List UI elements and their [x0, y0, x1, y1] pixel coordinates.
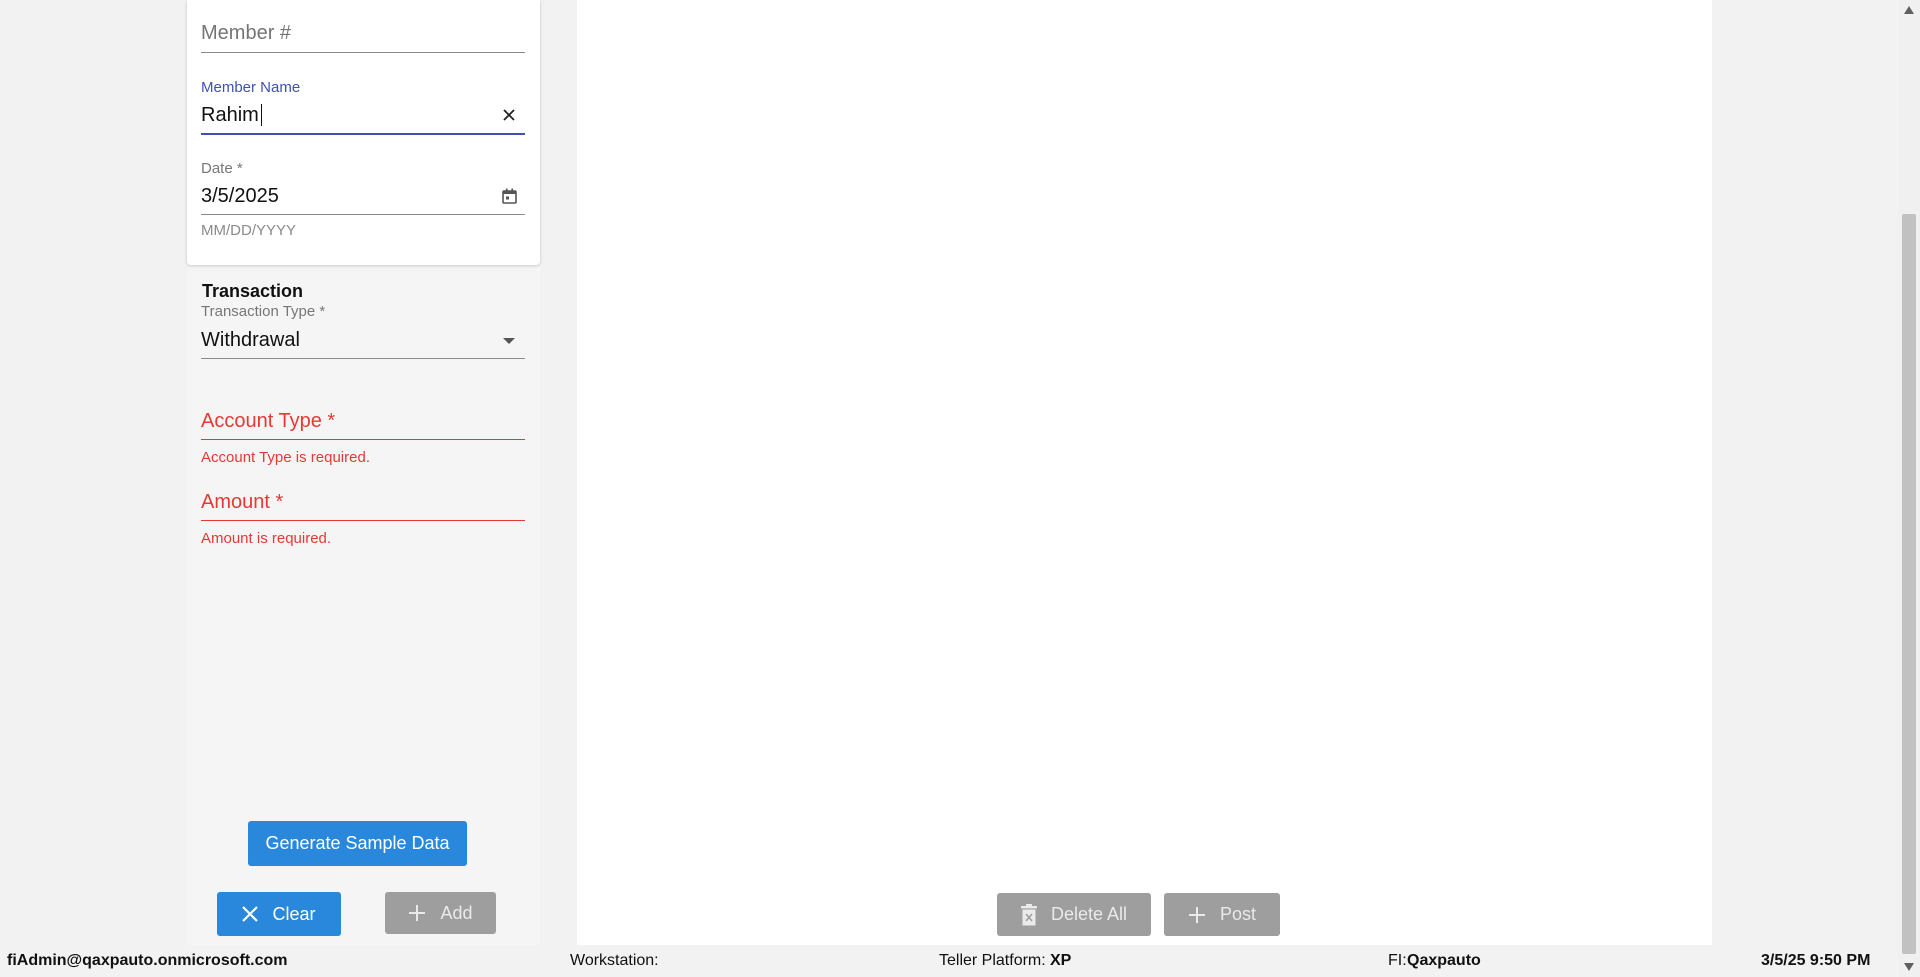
date-label: Date * — [201, 160, 243, 177]
member-name-label: Member Name — [201, 79, 301, 96]
generate-sample-data-button[interactable]: Generate Sample Data — [248, 821, 467, 866]
member-name-field[interactable]: Member Name Rahim — [201, 78, 525, 138]
plus-icon — [1188, 906, 1206, 924]
user-email: fiAdmin@qaxpauto.onmicrosoft.com — [7, 952, 288, 969]
date-field[interactable]: Date * 3/5/2025 MM/DD/YYYY — [201, 160, 525, 240]
datetime: 3/5/25 9:50 PM — [1761, 952, 1871, 969]
fi-label: FI: — [1388, 952, 1407, 969]
fi-value: Qaxpauto — [1407, 952, 1481, 969]
vertical-scrollbar[interactable] — [1898, 0, 1920, 977]
transaction-section-title: Transaction — [202, 281, 304, 301]
teller-platform-value: XP — [1050, 952, 1072, 969]
clear-button[interactable]: Clear — [217, 892, 341, 936]
account-type-field[interactable]: Account Type * Account Type is required. — [201, 408, 525, 468]
calendar-button[interactable] — [499, 186, 519, 206]
dropdown-arrow-button[interactable] — [499, 331, 519, 351]
teller-platform-label: Teller Platform: — [939, 952, 1046, 969]
text-caret — [261, 104, 262, 126]
scrollbar-thumb[interactable] — [1902, 214, 1916, 954]
transaction-list-panel: Delete All Post — [577, 0, 1712, 945]
transaction-type-select[interactable]: Transaction Type * Withdrawal — [201, 303, 525, 359]
member-number-placeholder: Member # — [201, 22, 292, 44]
transaction-type-label: Transaction Type * — [201, 303, 326, 320]
account-type-error: Account Type is required. — [201, 449, 370, 466]
account-type-placeholder: Account Type * — [201, 410, 336, 432]
amount-placeholder: Amount * — [201, 491, 284, 513]
member-number-field[interactable]: Member # — [201, 20, 525, 55]
post-label: Post — [1219, 904, 1257, 924]
status-bar: fiAdmin@qaxpauto.onmicrosoft.com Worksta… — [0, 945, 1898, 977]
date-value[interactable]: 3/5/2025 — [201, 185, 279, 208]
clear-label: Clear — [272, 903, 316, 924]
amount-error: Amount is required. — [201, 530, 332, 547]
delete-all-label: Delete All — [1050, 904, 1128, 924]
generate-sample-data-label: Generate Sample Data — [265, 833, 450, 853]
add-label: Add — [440, 902, 473, 923]
trash-icon — [1020, 903, 1037, 926]
clear-member-name-button[interactable] — [499, 105, 519, 125]
transaction-form-panel: Member # Member Name Rahim Date * 3/5/20… — [187, 0, 540, 945]
scroll-down-icon[interactable] — [1904, 963, 1914, 971]
amount-field[interactable]: Amount * Amount is required. — [201, 489, 525, 549]
dropdown-arrow-icon — [503, 338, 515, 344]
add-button[interactable]: Add — [385, 892, 496, 934]
calendar-icon — [501, 188, 517, 204]
transaction-type-value: Withdrawal — [201, 329, 300, 351]
workstation-label: Workstation: — [570, 952, 659, 969]
scroll-up-icon[interactable] — [1904, 6, 1914, 14]
close-icon — [503, 109, 515, 121]
post-button[interactable]: Post — [1164, 893, 1280, 936]
member-card: Member # Member Name Rahim Date * 3/5/20… — [187, 0, 540, 265]
delete-all-button[interactable]: Delete All — [997, 893, 1151, 936]
date-format-hint: MM/DD/YYYY — [201, 222, 297, 239]
member-name-value[interactable]: Rahim — [201, 104, 259, 127]
plus-icon — [408, 904, 426, 922]
close-icon — [242, 906, 259, 922]
